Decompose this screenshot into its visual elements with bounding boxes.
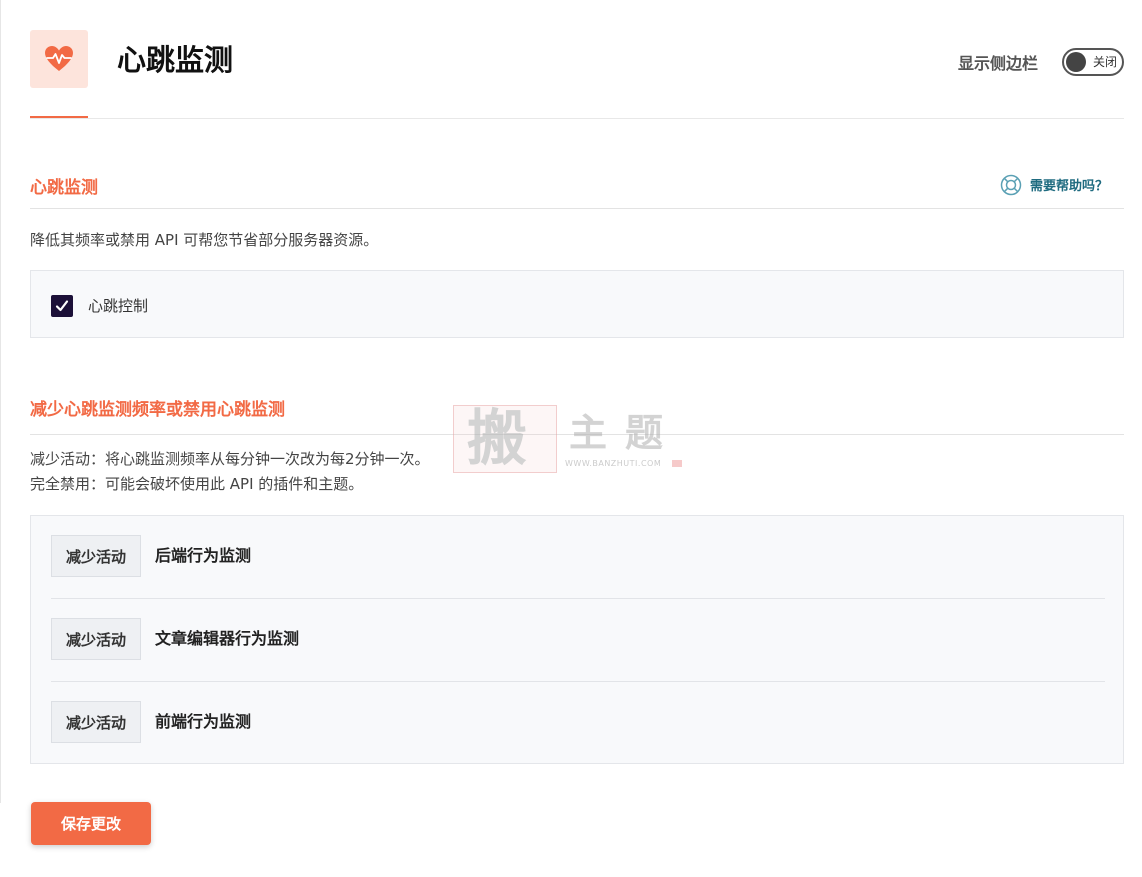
backend-monitoring-row: 减少活动 后端行为监测: [51, 516, 1105, 599]
frequency-settings-panel: 减少活动 后端行为监测 减少活动 文章编辑器行为监测 减少活动 前端行为监测: [30, 515, 1124, 764]
backend-activity-select[interactable]: 减少活动: [51, 535, 141, 577]
heartbeat-description: 降低其频率或禁用 API 可帮您节省部分服务器资源。: [30, 231, 379, 249]
left-border: [0, 0, 1, 803]
heartbeat-control-option[interactable]: 心跳控制: [51, 295, 148, 317]
sidebar-toggle[interactable]: 关闭: [1062, 48, 1124, 76]
help-link-label: 需要帮助吗？: [1029, 179, 1108, 194]
heartbeat-section-header: 心跳监测 需要帮助吗？: [30, 172, 1124, 209]
toggle-knob: [1066, 52, 1086, 72]
heartbeat-control-checkbox[interactable]: [51, 295, 73, 317]
heartbeat-section-title: 心跳监测: [30, 178, 98, 198]
post-editor-monitoring-label: 文章编辑器行为监测: [155, 629, 300, 648]
help-link[interactable]: 需要帮助吗？: [1000, 174, 1108, 200]
frequency-description-line-2: 完全禁用：可能会破坏使用此 API 的插件和主题。: [30, 475, 364, 493]
watermark-char-3: 题: [625, 410, 664, 455]
heartbeat-control-panel: 心跳控制: [30, 270, 1124, 338]
frequency-section-title: 减少心跳监测频率或禁用心跳监测: [30, 400, 285, 420]
post-editor-monitoring-row: 减少活动 文章编辑器行为监测: [51, 599, 1105, 682]
watermark: 搬 主 题 WWW.BANZHUTI.COM: [453, 405, 683, 473]
frontend-monitoring-row: 减少活动 前端行为监测: [51, 682, 1105, 764]
frontend-monitoring-label: 前端行为监测: [155, 712, 252, 731]
heartbeat-settings-page: 心跳监测 显示侧边栏 关闭 心跳监测 需要帮助吗？ 降低其频率或禁用 API 可: [0, 0, 1142, 877]
heart-pulse-icon: [30, 30, 88, 88]
heartbeat-control-label: 心跳控制: [88, 297, 149, 315]
backend-monitoring-label: 后端行为监测: [155, 546, 252, 565]
page-header: 心跳监测 显示侧边栏 关闭: [30, 30, 1124, 119]
watermark-char-1: 搬: [467, 404, 527, 474]
frontend-activity-select[interactable]: 减少活动: [51, 701, 141, 743]
watermark-url: WWW.BANZHUTI.COM: [565, 459, 662, 468]
page-title: 心跳监测: [117, 43, 234, 77]
watermark-dot: [672, 460, 682, 467]
save-changes-button[interactable]: 保存更改: [31, 802, 151, 845]
post-editor-activity-select[interactable]: 减少活动: [51, 618, 141, 660]
checkmark-icon: [55, 300, 69, 312]
frequency-description-line-1: 减少活动：将心跳监测频率从每分钟一次改为每2分钟一次。: [30, 450, 430, 468]
lifebuoy-icon: [1000, 174, 1022, 200]
toggle-state-label: 关闭: [1092, 55, 1117, 69]
show-sidebar-label: 显示侧边栏: [957, 54, 1038, 73]
watermark-char-2: 主: [569, 410, 608, 455]
active-tab-underline: [30, 116, 88, 118]
